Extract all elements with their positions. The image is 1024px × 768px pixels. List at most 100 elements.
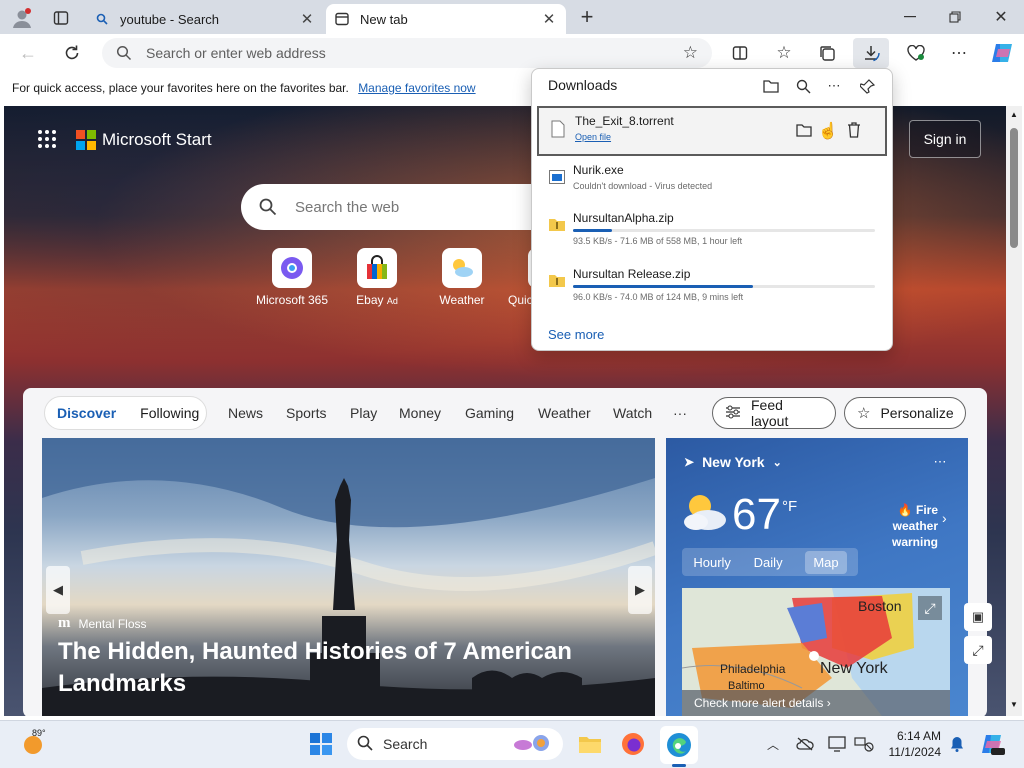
taskbar-search[interactable]: Search [347,728,563,760]
display-icon[interactable] [827,734,847,754]
hand-cursor-icon: ☝ [818,123,838,140]
carousel-prev-icon[interactable]: ◀ [46,566,70,614]
feed-layout-button[interactable]: Feed layout [712,397,836,429]
nav-watch[interactable]: Watch [613,405,652,421]
back-icon[interactable]: ← [16,42,40,64]
nav-news[interactable]: News [228,405,263,421]
download-status: 96.0 KB/s - 74.0 MB of 124 MB, 9 mins le… [573,292,744,302]
copilot-icon[interactable] [989,40,1015,66]
scrollbar-thumb[interactable] [1010,128,1018,248]
weather-widget[interactable]: 89° [22,728,50,760]
page-scrollbar[interactable]: ▲ ▼ [1006,106,1022,716]
download-item[interactable]: NursultanAlpha.zip 93.5 KB/s - 71.6 MB o… [537,205,887,255]
favorite-star-icon[interactable]: ☆ [683,43,698,63]
close-tab-icon[interactable]: ✕ [540,10,558,28]
address-input[interactable] [146,45,683,61]
manage-favorites-link[interactable]: Manage favorites now [358,81,475,95]
open-downloads-folder-icon[interactable] [760,75,782,97]
web-search-box[interactable]: Search the web [241,184,561,230]
close-window-icon[interactable]: ✕ [989,6,1013,28]
personalize-button[interactable]: ☆ Personalize [844,397,966,429]
nav-weather[interactable]: Weather [538,405,591,421]
sign-in-button[interactable]: Sign in [909,120,981,158]
nav-money[interactable]: Money [399,405,441,421]
edge-icon[interactable] [660,726,698,764]
weather-map[interactable]: Boston Philadelphia New York Baltimo ⤢ C… [682,588,950,716]
app-launcher-icon[interactable] [36,128,58,150]
tab-youtube-search[interactable]: youtube - Search ✕ [86,4,324,34]
nav-more[interactable]: ··· [673,405,687,421]
tab-actions-icon[interactable] [50,7,72,29]
firefox-icon[interactable] [619,731,647,757]
nav-sports[interactable]: Sports [286,405,326,421]
show-in-folder-icon[interactable] [794,120,814,140]
scroll-down-icon[interactable]: ▼ [1010,700,1018,709]
article-headline[interactable]: The Hidden, Haunted Histories of 7 Ameri… [58,636,598,700]
download-item[interactable]: The_Exit_8.torrent Open file ☝ [537,106,887,156]
network-volume-icon[interactable] [853,734,875,754]
hero-article-card[interactable]: ◀ ▶ m Mental Floss The Hidden, Haunted H… [42,438,655,716]
expand-map-icon[interactable]: ⤢ [918,596,942,620]
quick-link-microsoft-365[interactable]: Microsoft 365 [247,248,337,307]
tab-new-tab[interactable]: New tab ✕ [326,4,566,34]
quick-link-label: Ebay [356,293,384,307]
quick-link-label: Microsoft 365 [255,293,329,307]
copilot-preview-icon[interactable] [980,731,1006,757]
delete-icon[interactable] [844,120,864,140]
wallpaper-icon[interactable]: ▣ [964,603,992,631]
favorites-bar-text: For quick access, place your favorites h… [12,81,349,95]
profile-icon[interactable] [10,6,34,30]
tab-map[interactable]: Map [805,550,847,574]
minimize-icon[interactable] [898,6,922,28]
microsoft-365-icon [272,248,312,288]
sliders-icon [725,405,741,422]
favorites-icon[interactable]: ☆ [773,42,795,64]
more-options-icon[interactable]: ⋯ [948,42,970,64]
restore-icon[interactable] [943,6,967,28]
download-filename: NursultanAlpha.zip [573,211,674,225]
scroll-up-icon[interactable]: ▲ [1010,110,1018,119]
quick-link-weather[interactable]: Weather [417,248,507,307]
download-item[interactable]: Nurik.exe Couldn't download - Virus dete… [537,157,887,207]
fullscreen-icon[interactable]: ⤢ [964,636,992,664]
see-more-link[interactable]: See more [548,327,604,342]
notification-bell-icon[interactable] [947,734,967,754]
tab-discover[interactable]: Discover [45,405,128,421]
new-tab-plus-icon[interactable]: + [576,4,598,29]
map-label-new-york: New York [820,660,888,677]
start-button[interactable] [308,731,334,757]
search-icon [94,11,110,27]
search-icon [116,45,132,61]
alert-details-link[interactable]: Check more alert details › [682,690,950,716]
weather-more-icon[interactable]: ⋯ [930,454,950,470]
weather-icon [442,248,482,288]
collections-icon[interactable] [816,42,838,64]
file-explorer-icon[interactable] [576,731,604,757]
close-tab-icon[interactable]: ✕ [298,10,316,28]
weather-location[interactable]: ➤ New York ⌄ [684,454,782,470]
tab-following[interactable]: Following [128,405,211,421]
split-screen-icon[interactable] [729,42,751,64]
taskbar-time[interactable]: 6:14 AM [893,729,941,743]
chevron-up-icon[interactable]: ︿ [764,734,782,754]
feed-layout-label: Feed layout [751,397,789,429]
quick-link-ebay[interactable]: Ebay Ad [332,248,422,307]
weather-alert[interactable]: 🔥 Fire weather warning [850,502,938,550]
file-icon [551,120,565,141]
microsoft-start-logo[interactable]: Microsoft Start [76,130,212,150]
download-item[interactable]: Nursultan Release.zip 96.0 KB/s - 74.0 M… [537,261,887,311]
address-bar[interactable]: ☆ [102,38,712,68]
browser-essentials-icon[interactable] [905,42,927,64]
nav-gaming[interactable]: Gaming [465,405,514,421]
tab-hourly[interactable]: Hourly [693,555,731,570]
nav-play[interactable]: Play [350,405,377,421]
taskbar-date[interactable]: 11/1/2024 [885,745,942,759]
downloads-icon[interactable] [853,38,889,68]
onedrive-offline-icon[interactable] [795,734,815,754]
carousel-next-icon[interactable]: ▶ [628,566,652,614]
pin-icon[interactable] [856,75,878,97]
refresh-icon[interactable] [60,42,84,64]
downloads-more-icon[interactable]: ⋯ [823,75,845,97]
search-downloads-icon[interactable] [792,75,814,97]
tab-daily[interactable]: Daily [754,555,783,570]
